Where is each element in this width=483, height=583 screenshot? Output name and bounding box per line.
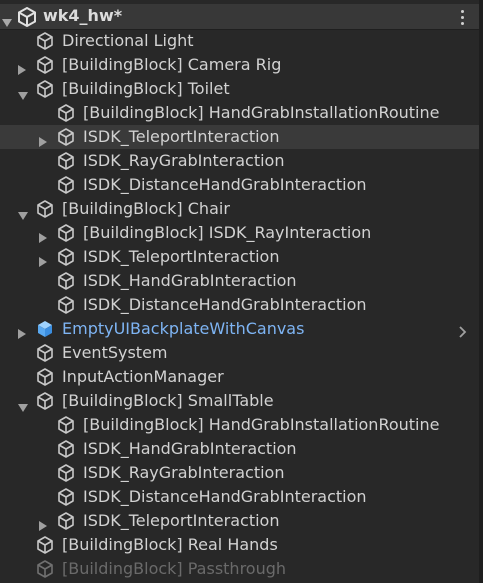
hierarchy-row[interactable]: [BuildingBlock] ISDK_RayInteraction <box>0 221 479 245</box>
hierarchy-panel: wk4_hw* Directional Light [BuildingBlock]… <box>0 0 479 583</box>
hierarchy-row[interactable]: ISDK_RayGrabInteraction <box>0 461 479 485</box>
row-label: ISDK_DistanceHandGrabInteraction <box>83 295 367 314</box>
hierarchy-row[interactable]: ISDK_HandGrabInteraction <box>0 437 479 461</box>
hierarchy-row[interactable]: ISDK_DistanceHandGrabInteraction <box>0 293 479 317</box>
hierarchy-row[interactable]: ISDK_DistanceHandGrabInteraction <box>0 173 479 197</box>
hierarchy-row[interactable]: [BuildingBlock] Camera Rig <box>0 53 479 77</box>
hierarchy-row[interactable]: [BuildingBlock] Real Hands <box>0 533 479 557</box>
gameobject-cube-icon <box>56 463 76 487</box>
row-label: [BuildingBlock] Camera Rig <box>62 55 282 74</box>
unity-logo-icon <box>17 6 37 31</box>
gameobject-cube-icon <box>35 79 55 103</box>
scene-header[interactable]: wk4_hw* <box>0 4 479 30</box>
hierarchy-row[interactable]: [BuildingBlock] HandGrabInstallationRout… <box>0 101 479 125</box>
gameobject-cube-icon <box>35 343 55 367</box>
hierarchy-row[interactable]: EventSystem <box>0 341 479 365</box>
hierarchy-row[interactable]: EmptyUIBackplateWithCanvas <box>0 317 479 341</box>
gameobject-cube-icon <box>56 127 76 151</box>
row-label: EmptyUIBackplateWithCanvas <box>62 319 305 338</box>
gameobject-cube-icon <box>56 271 76 295</box>
kebab-menu-icon[interactable] <box>461 10 465 26</box>
hierarchy-row[interactable]: ISDK_TeleportInteraction <box>0 125 479 149</box>
row-label: ISDK_TeleportInteraction <box>83 511 280 530</box>
gameobject-cube-icon <box>56 439 76 463</box>
gameobject-cube-icon <box>56 295 76 319</box>
gameobject-cube-icon <box>35 55 55 79</box>
row-label: [BuildingBlock] Chair <box>62 199 230 218</box>
row-label: [BuildingBlock] SmallTable <box>62 391 274 410</box>
scene-title: wk4_hw* <box>43 6 123 25</box>
row-label: ISDK_HandGrabInteraction <box>83 271 297 290</box>
hierarchy-row[interactable]: [BuildingBlock] Passthrough <box>0 557 479 581</box>
gameobject-cube-icon <box>35 559 55 583</box>
hierarchy-row[interactable]: ISDK_DistanceHandGrabInteraction <box>0 485 479 509</box>
hierarchy-row[interactable]: ISDK_RayGrabInteraction <box>0 149 479 173</box>
gameobject-cube-icon <box>56 223 76 247</box>
row-label: [BuildingBlock] HandGrabInstallationRout… <box>83 415 440 434</box>
gameobject-cube-icon <box>35 199 55 223</box>
row-label: [BuildingBlock] Toilet <box>62 79 230 98</box>
row-label: ISDK_RayGrabInteraction <box>83 151 285 170</box>
row-label: InputActionManager <box>62 367 224 386</box>
gameobject-cube-icon <box>56 151 76 175</box>
panel-edge <box>479 0 483 583</box>
open-prefab-chevron-icon[interactable] <box>459 323 467 342</box>
gameobject-cube-icon <box>35 367 55 391</box>
hierarchy-row[interactable]: [BuildingBlock] HandGrabInstallationRout… <box>0 413 479 437</box>
row-label: ISDK_DistanceHandGrabInteraction <box>83 175 367 194</box>
gameobject-cube-icon <box>56 175 76 199</box>
row-label: [BuildingBlock] ISDK_RayInteraction <box>83 223 372 242</box>
hierarchy-row[interactable]: InputActionManager <box>0 365 479 389</box>
prefab-cube-icon <box>35 319 55 343</box>
hierarchy-row[interactable]: [BuildingBlock] SmallTable <box>0 389 479 413</box>
hierarchy-row[interactable]: ISDK_TeleportInteraction <box>0 509 479 533</box>
gameobject-cube-icon <box>35 535 55 559</box>
row-label: ISDK_TeleportInteraction <box>83 247 280 266</box>
gameobject-cube-icon <box>35 391 55 415</box>
hierarchy-row[interactable]: ISDK_TeleportInteraction <box>0 245 479 269</box>
row-label: [BuildingBlock] Real Hands <box>62 535 278 554</box>
gameobject-cube-icon <box>56 511 76 535</box>
row-label: ISDK_HandGrabInteraction <box>83 439 297 458</box>
hierarchy-row[interactable]: [BuildingBlock] Toilet <box>0 77 479 101</box>
row-label: [BuildingBlock] HandGrabInstallationRout… <box>83 103 440 122</box>
row-label: Directional Light <box>62 31 194 50</box>
row-label: ISDK_DistanceHandGrabInteraction <box>83 487 367 506</box>
hierarchy-row[interactable]: [BuildingBlock] Chair <box>0 197 479 221</box>
gameobject-cube-icon <box>56 487 76 511</box>
hierarchy-row[interactable]: ISDK_HandGrabInteraction <box>0 269 479 293</box>
row-label: EventSystem <box>62 343 168 362</box>
gameobject-cube-icon <box>56 247 76 271</box>
row-label: [BuildingBlock] Passthrough <box>62 559 287 578</box>
gameobject-cube-icon <box>35 31 55 55</box>
row-label: ISDK_RayGrabInteraction <box>83 463 285 482</box>
gameobject-cube-icon <box>56 415 76 439</box>
hierarchy-row[interactable]: Directional Light <box>0 29 479 53</box>
row-label: ISDK_TeleportInteraction <box>83 127 280 146</box>
gameobject-cube-icon <box>56 103 76 127</box>
